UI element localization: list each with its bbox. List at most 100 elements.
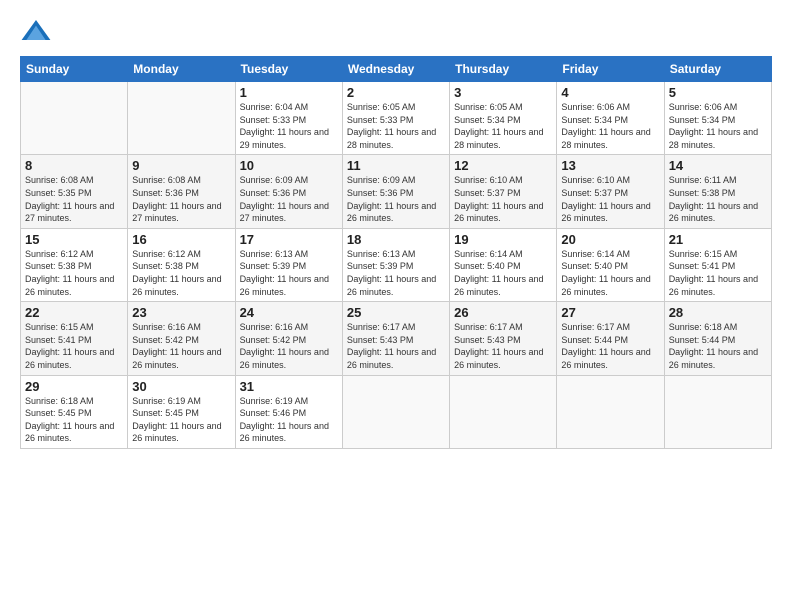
day-number: 5 [669, 85, 767, 100]
page: SundayMondayTuesdayWednesdayThursdayFrid… [0, 0, 792, 459]
calendar-cell: 4 Sunrise: 6:06 AMSunset: 5:34 PMDayligh… [557, 82, 664, 155]
calendar-cell: 26 Sunrise: 6:17 AMSunset: 5:43 PMDaylig… [450, 302, 557, 375]
day-number: 31 [240, 379, 338, 394]
day-number: 14 [669, 158, 767, 173]
day-info: Sunrise: 6:10 AMSunset: 5:37 PMDaylight:… [561, 174, 659, 224]
calendar-header-row: SundayMondayTuesdayWednesdayThursdayFrid… [21, 57, 772, 82]
calendar-week-row: 15 Sunrise: 6:12 AMSunset: 5:38 PMDaylig… [21, 228, 772, 301]
day-number: 11 [347, 158, 445, 173]
day-info: Sunrise: 6:19 AMSunset: 5:46 PMDaylight:… [240, 395, 338, 445]
day-number: 24 [240, 305, 338, 320]
day-header-tuesday: Tuesday [235, 57, 342, 82]
day-number: 1 [240, 85, 338, 100]
day-number: 10 [240, 158, 338, 173]
day-info: Sunrise: 6:06 AMSunset: 5:34 PMDaylight:… [669, 101, 767, 151]
day-info: Sunrise: 6:08 AMSunset: 5:35 PMDaylight:… [25, 174, 123, 224]
calendar-cell: 27 Sunrise: 6:17 AMSunset: 5:44 PMDaylig… [557, 302, 664, 375]
day-info: Sunrise: 6:18 AMSunset: 5:44 PMDaylight:… [669, 321, 767, 371]
day-info: Sunrise: 6:10 AMSunset: 5:37 PMDaylight:… [454, 174, 552, 224]
calendar-cell [664, 375, 771, 448]
day-number: 21 [669, 232, 767, 247]
day-info: Sunrise: 6:04 AMSunset: 5:33 PMDaylight:… [240, 101, 338, 151]
calendar-cell: 2 Sunrise: 6:05 AMSunset: 5:33 PMDayligh… [342, 82, 449, 155]
day-number: 22 [25, 305, 123, 320]
day-header-monday: Monday [128, 57, 235, 82]
day-info: Sunrise: 6:05 AMSunset: 5:33 PMDaylight:… [347, 101, 445, 151]
calendar-cell: 19 Sunrise: 6:14 AMSunset: 5:40 PMDaylig… [450, 228, 557, 301]
day-number: 9 [132, 158, 230, 173]
day-info: Sunrise: 6:12 AMSunset: 5:38 PMDaylight:… [132, 248, 230, 298]
day-info: Sunrise: 6:13 AMSunset: 5:39 PMDaylight:… [347, 248, 445, 298]
day-number: 28 [669, 305, 767, 320]
calendar-cell: 28 Sunrise: 6:18 AMSunset: 5:44 PMDaylig… [664, 302, 771, 375]
calendar-cell [342, 375, 449, 448]
calendar-cell [450, 375, 557, 448]
day-header-wednesday: Wednesday [342, 57, 449, 82]
calendar-week-row: 1 Sunrise: 6:04 AMSunset: 5:33 PMDayligh… [21, 82, 772, 155]
calendar-cell: 17 Sunrise: 6:13 AMSunset: 5:39 PMDaylig… [235, 228, 342, 301]
day-number: 2 [347, 85, 445, 100]
day-info: Sunrise: 6:19 AMSunset: 5:45 PMDaylight:… [132, 395, 230, 445]
calendar-cell: 11 Sunrise: 6:09 AMSunset: 5:36 PMDaylig… [342, 155, 449, 228]
day-info: Sunrise: 6:15 AMSunset: 5:41 PMDaylight:… [669, 248, 767, 298]
day-number: 29 [25, 379, 123, 394]
calendar-cell: 25 Sunrise: 6:17 AMSunset: 5:43 PMDaylig… [342, 302, 449, 375]
day-header-sunday: Sunday [21, 57, 128, 82]
day-header-saturday: Saturday [664, 57, 771, 82]
day-info: Sunrise: 6:11 AMSunset: 5:38 PMDaylight:… [669, 174, 767, 224]
day-number: 25 [347, 305, 445, 320]
logo-icon [20, 16, 52, 48]
day-number: 20 [561, 232, 659, 247]
calendar-cell: 23 Sunrise: 6:16 AMSunset: 5:42 PMDaylig… [128, 302, 235, 375]
day-number: 3 [454, 85, 552, 100]
calendar-cell: 3 Sunrise: 6:05 AMSunset: 5:34 PMDayligh… [450, 82, 557, 155]
day-info: Sunrise: 6:14 AMSunset: 5:40 PMDaylight:… [561, 248, 659, 298]
day-number: 12 [454, 158, 552, 173]
calendar-cell: 15 Sunrise: 6:12 AMSunset: 5:38 PMDaylig… [21, 228, 128, 301]
calendar-cell: 1 Sunrise: 6:04 AMSunset: 5:33 PMDayligh… [235, 82, 342, 155]
calendar-cell: 18 Sunrise: 6:13 AMSunset: 5:39 PMDaylig… [342, 228, 449, 301]
day-number: 4 [561, 85, 659, 100]
day-number: 15 [25, 232, 123, 247]
calendar-cell: 22 Sunrise: 6:15 AMSunset: 5:41 PMDaylig… [21, 302, 128, 375]
calendar-cell: 5 Sunrise: 6:06 AMSunset: 5:34 PMDayligh… [664, 82, 771, 155]
day-header-friday: Friday [557, 57, 664, 82]
header [20, 16, 772, 48]
day-number: 27 [561, 305, 659, 320]
day-number: 8 [25, 158, 123, 173]
day-number: 26 [454, 305, 552, 320]
day-number: 23 [132, 305, 230, 320]
calendar-cell: 9 Sunrise: 6:08 AMSunset: 5:36 PMDayligh… [128, 155, 235, 228]
day-number: 13 [561, 158, 659, 173]
calendar-cell: 29 Sunrise: 6:18 AMSunset: 5:45 PMDaylig… [21, 375, 128, 448]
calendar-cell [21, 82, 128, 155]
calendar-cell: 14 Sunrise: 6:11 AMSunset: 5:38 PMDaylig… [664, 155, 771, 228]
day-number: 17 [240, 232, 338, 247]
day-number: 19 [454, 232, 552, 247]
day-info: Sunrise: 6:17 AMSunset: 5:43 PMDaylight:… [347, 321, 445, 371]
day-info: Sunrise: 6:15 AMSunset: 5:41 PMDaylight:… [25, 321, 123, 371]
calendar-cell [557, 375, 664, 448]
calendar-cell: 16 Sunrise: 6:12 AMSunset: 5:38 PMDaylig… [128, 228, 235, 301]
day-info: Sunrise: 6:08 AMSunset: 5:36 PMDaylight:… [132, 174, 230, 224]
calendar-cell: 13 Sunrise: 6:10 AMSunset: 5:37 PMDaylig… [557, 155, 664, 228]
day-info: Sunrise: 6:16 AMSunset: 5:42 PMDaylight:… [240, 321, 338, 371]
day-number: 18 [347, 232, 445, 247]
calendar-cell: 31 Sunrise: 6:19 AMSunset: 5:46 PMDaylig… [235, 375, 342, 448]
calendar-cell: 30 Sunrise: 6:19 AMSunset: 5:45 PMDaylig… [128, 375, 235, 448]
calendar-week-row: 8 Sunrise: 6:08 AMSunset: 5:35 PMDayligh… [21, 155, 772, 228]
day-info: Sunrise: 6:14 AMSunset: 5:40 PMDaylight:… [454, 248, 552, 298]
day-number: 16 [132, 232, 230, 247]
calendar-cell: 8 Sunrise: 6:08 AMSunset: 5:35 PMDayligh… [21, 155, 128, 228]
day-info: Sunrise: 6:18 AMSunset: 5:45 PMDaylight:… [25, 395, 123, 445]
calendar-week-row: 22 Sunrise: 6:15 AMSunset: 5:41 PMDaylig… [21, 302, 772, 375]
day-number: 30 [132, 379, 230, 394]
calendar-cell: 12 Sunrise: 6:10 AMSunset: 5:37 PMDaylig… [450, 155, 557, 228]
calendar-cell: 10 Sunrise: 6:09 AMSunset: 5:36 PMDaylig… [235, 155, 342, 228]
day-info: Sunrise: 6:06 AMSunset: 5:34 PMDaylight:… [561, 101, 659, 151]
day-header-thursday: Thursday [450, 57, 557, 82]
logo [20, 16, 56, 48]
calendar: SundayMondayTuesdayWednesdayThursdayFrid… [20, 56, 772, 449]
day-info: Sunrise: 6:09 AMSunset: 5:36 PMDaylight:… [347, 174, 445, 224]
calendar-week-row: 29 Sunrise: 6:18 AMSunset: 5:45 PMDaylig… [21, 375, 772, 448]
